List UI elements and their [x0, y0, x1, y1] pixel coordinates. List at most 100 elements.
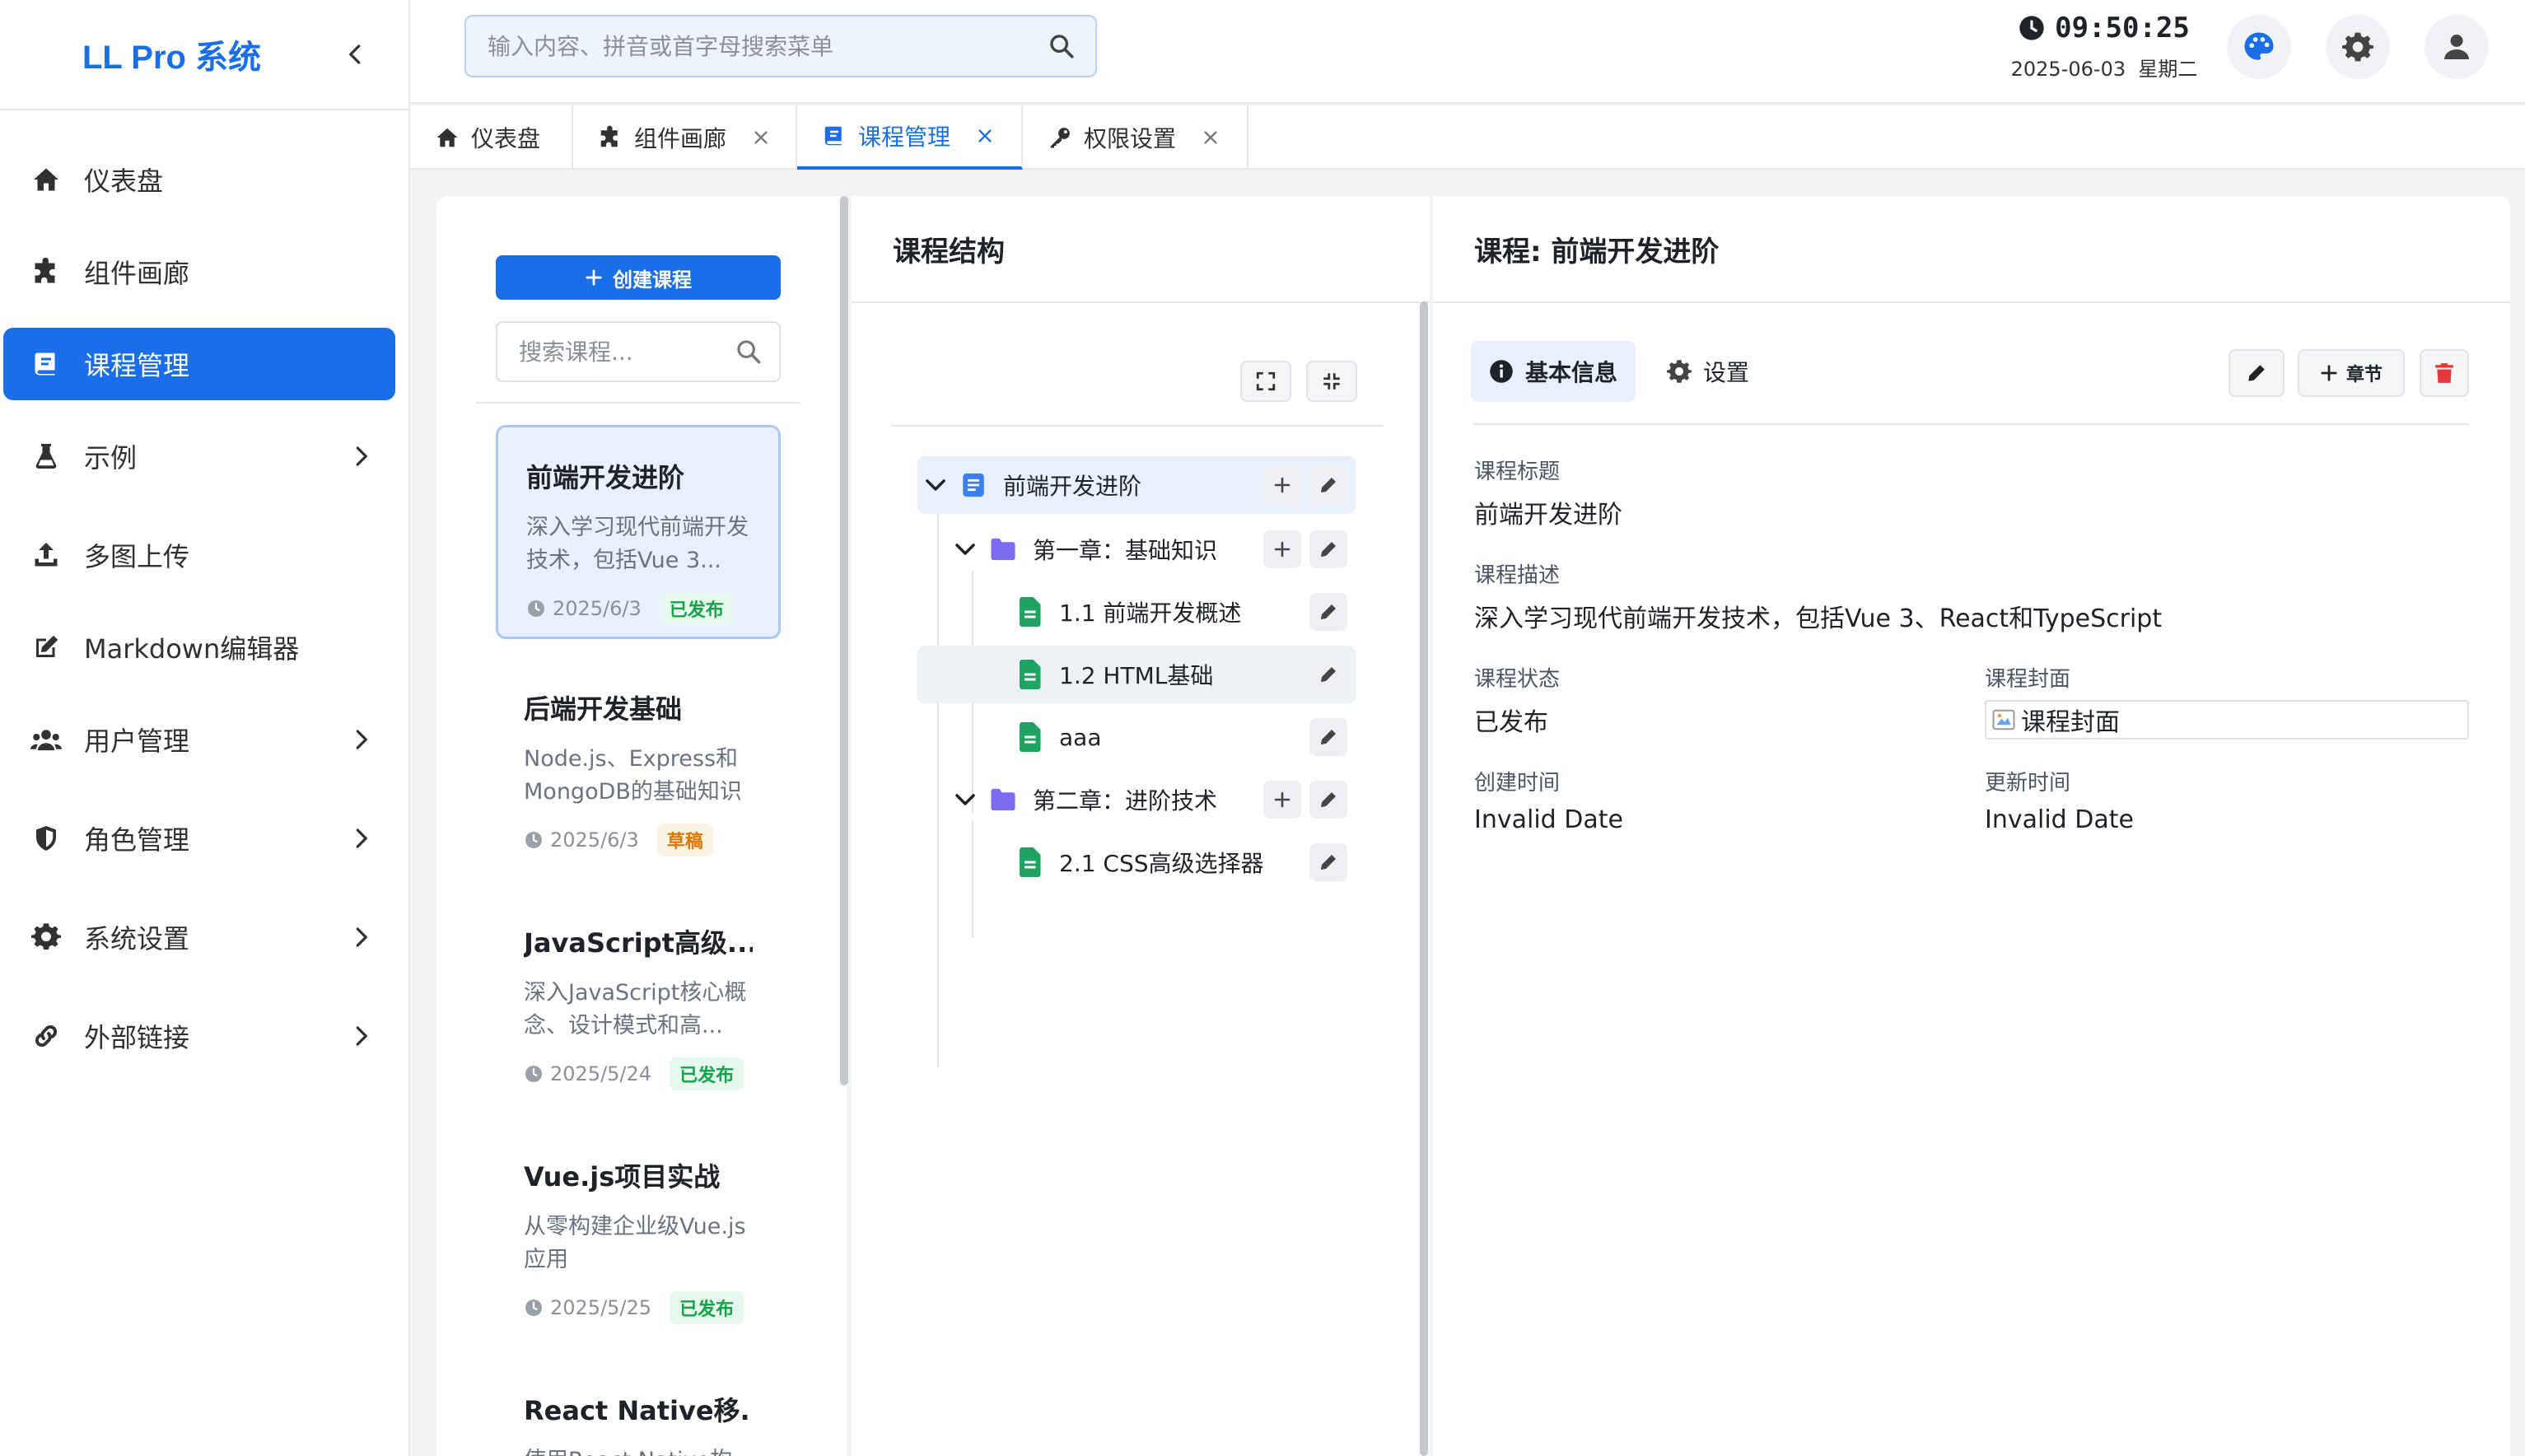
sidebar-item-dashboard[interactable]: 仪表盘	[3, 143, 395, 216]
clock-widget: 09:50:25 2025-06-03 星期二	[1993, 12, 2215, 82]
tab-courses[interactable]: 课程管理	[797, 105, 1023, 170]
delete-course-button[interactable]	[2420, 349, 2469, 397]
edit-node-button[interactable]	[1309, 466, 1347, 504]
settings-button[interactable]	[2326, 15, 2390, 79]
cover-alt-text: 课程封面	[2021, 708, 2120, 737]
theme-button[interactable]	[2227, 15, 2291, 79]
search-icon[interactable]	[1048, 32, 1076, 60]
add-chapter-button[interactable]: 章节	[2298, 349, 2405, 397]
panel-resize-handle[interactable]	[840, 196, 848, 1085]
field-label-updated: 更新时间	[1985, 771, 2071, 796]
add-child-button[interactable]	[1263, 530, 1301, 568]
clock-icon	[524, 830, 544, 850]
sidebar-item-roles[interactable]: 角色管理	[3, 802, 395, 875]
status-badge: 已发布	[670, 1057, 744, 1090]
sidebar-item-markdown[interactable]: Markdown编辑器	[3, 611, 395, 684]
add-child-button[interactable]	[1263, 781, 1301, 819]
tab-settings[interactable]: 设置	[1649, 341, 1767, 402]
tree-node-lesson[interactable]: 1.1 前端开发概述	[983, 583, 1356, 641]
edit-course-button[interactable]	[2229, 349, 2285, 397]
edit-node-button[interactable]	[1309, 718, 1347, 756]
sidebar-item-external-links[interactable]: 外部链接	[3, 1000, 395, 1072]
close-icon[interactable]	[973, 124, 996, 147]
chevron-down-icon[interactable]	[950, 787, 980, 812]
brand-name: LL Pro 系统	[82, 40, 262, 76]
edit-node-button[interactable]	[1309, 781, 1347, 819]
book-icon	[957, 469, 990, 502]
chevron-down-icon[interactable]	[950, 537, 980, 562]
tree-node-label: 1.2 HTML基础	[1059, 662, 1214, 689]
edit-node-button[interactable]	[1309, 656, 1347, 693]
tab-permissions[interactable]: 权限设置	[1023, 105, 1248, 170]
sidebar-item-label: 示例	[84, 442, 138, 474]
close-icon[interactable]	[749, 126, 772, 149]
sidebar-item-settings[interactable]: 系统设置	[3, 901, 395, 973]
expand-all-button[interactable]	[1240, 361, 1291, 402]
clock-icon	[524, 1064, 544, 1084]
sidebar-item-label: 组件画廊	[84, 258, 190, 289]
tree-node-label: 第一章：基础知识	[1033, 537, 1218, 564]
course-detail-panel: 课程: 前端开发进阶 基本信息 设置 章节 课程标题 前端开发进阶 课程描述 深…	[1433, 196, 2510, 1456]
tree-node-course[interactable]: 前端开发进阶	[917, 456, 1356, 514]
add-child-button[interactable]	[1263, 466, 1301, 504]
edit-node-button[interactable]	[1309, 593, 1347, 631]
sidebar-item-label: 外部链接	[84, 1022, 190, 1053]
tree-node-lesson[interactable]: aaa	[983, 708, 1356, 766]
course-date: 2025/6/3	[550, 828, 639, 852]
edit-node-button[interactable]	[1309, 530, 1347, 568]
sidebar-item-label: 系统设置	[84, 923, 190, 954]
chevron-right-icon	[344, 921, 377, 954]
course-card[interactable]: Vue.js项目实战 从零构建企业级Vue.js应用 2025/5/25 已发布	[496, 1127, 781, 1341]
sidebar-item-components[interactable]: 组件画廊	[3, 236, 395, 308]
close-icon[interactable]	[1199, 126, 1222, 149]
gear-icon	[2342, 32, 2373, 62]
search-icon[interactable]	[735, 338, 763, 366]
sidebar-item-courses[interactable]: 课程管理	[3, 328, 395, 400]
tab-components[interactable]: 组件画廊	[573, 105, 797, 170]
field-label-description: 课程描述	[1474, 563, 1561, 588]
course-card[interactable]: React Native移... 使用React Native构	[496, 1360, 781, 1456]
user-avatar-button[interactable]	[2425, 15, 2489, 79]
tab-dashboard[interactable]: 仪表盘	[410, 105, 573, 170]
tree-node-lesson[interactable]: 1.2 HTML基础	[917, 646, 1356, 703]
course-title: React Native移...	[524, 1395, 753, 1426]
course-list-panel: 创建课程 前端开发进阶 深入学习现代前端开发技术，包括Vue 3... 2025…	[436, 196, 847, 1456]
tree-node-lesson[interactable]: 2.1 CSS高级选择器	[983, 833, 1356, 891]
sidebar-item-users[interactable]: 用户管理	[3, 703, 395, 776]
tree-node-chapter[interactable]: 第一章：基础知识	[950, 520, 1356, 578]
sidebar-item-upload[interactable]: 多图上传	[3, 519, 395, 591]
field-value-status: 已发布	[1474, 708, 1548, 737]
course-title: Vue.js项目实战	[524, 1161, 721, 1192]
field-label-status: 课程状态	[1474, 667, 1561, 692]
expand-icon	[1256, 371, 1276, 391]
course-card[interactable]: JavaScript高级... 深入JavaScript核心概念、设计模式和高.…	[496, 893, 781, 1107]
collapse-all-button[interactable]	[1306, 361, 1357, 402]
course-search-input[interactable]	[517, 337, 735, 366]
tree-node-chapter[interactable]: 第二章：进阶技术	[950, 771, 1356, 828]
edit-node-button[interactable]	[1309, 843, 1347, 881]
sidebar-item-label: 角色管理	[84, 824, 190, 856]
collapse-sidebar-button[interactable]	[336, 35, 376, 74]
sidebar-item-examples[interactable]: 示例	[3, 420, 395, 492]
field-label-cover: 课程封面	[1985, 667, 2071, 692]
folder-icon	[987, 783, 1020, 816]
course-card[interactable]: 后端开发基础 Node.js、Express和MongoDB的基础知识 2025…	[496, 659, 781, 873]
tab-label: 课程管理	[858, 124, 951, 151]
tree-guide-line	[972, 820, 973, 937]
chevron-left-icon	[349, 44, 361, 64]
create-course-button[interactable]: 创建课程	[496, 255, 781, 300]
file-icon	[1013, 658, 1046, 691]
pencil-icon	[2248, 365, 2265, 381]
pencil-icon	[1321, 542, 1336, 557]
create-course-label: 创建课程	[613, 268, 692, 292]
panel-resize-handle[interactable]	[1420, 301, 1428, 1456]
chevron-right-icon	[344, 723, 377, 756]
panel-title: 课程: 前端开发进阶	[1474, 235, 1720, 268]
chevron-down-icon[interactable]	[921, 473, 950, 497]
sidebar-item-label: 多图上传	[84, 541, 190, 572]
menu-search-input[interactable]	[486, 31, 1048, 61]
field-label-created: 创建时间	[1474, 771, 1561, 796]
tab-basic-info[interactable]: 基本信息	[1471, 341, 1636, 402]
course-card[interactable]: 前端开发进阶 深入学习现代前端开发技术，包括Vue 3... 2025/6/3 …	[496, 425, 781, 639]
plus-icon	[585, 268, 603, 287]
